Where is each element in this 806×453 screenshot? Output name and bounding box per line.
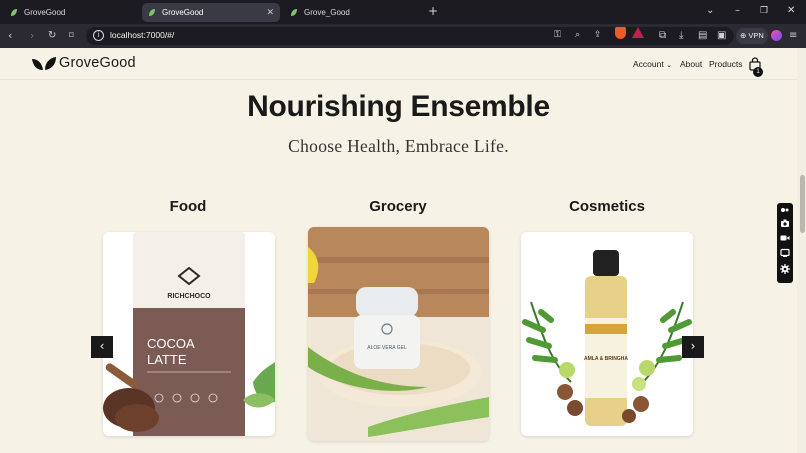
drag-handle-icon[interactable] <box>780 205 790 215</box>
leaf-favicon-icon <box>10 8 18 17</box>
bookmark-icon[interactable]: ⌑ <box>69 29 74 43</box>
tab-title: GroveGood <box>24 8 66 17</box>
page-scrollbar-track[interactable] <box>797 48 806 453</box>
nav-about[interactable]: About <box>680 59 702 69</box>
back-icon[interactable]: ‹ <box>8 29 12 43</box>
browser-tab-3[interactable]: Grove_Good <box>284 3 418 22</box>
leaf-favicon-icon <box>148 8 156 17</box>
site-info-icon[interactable]: i <box>93 30 104 41</box>
browser-tab-1[interactable]: GroveGood <box>4 3 138 22</box>
nav-account[interactable]: Account ⌄ <box>633 59 672 69</box>
new-tab-button[interactable]: + <box>428 4 438 18</box>
wallet-icon[interactable]: ▣ <box>717 29 726 43</box>
sidebar-icon[interactable]: ▤ <box>698 29 707 43</box>
url-text[interactable]: localhost:7000/#/ <box>110 30 174 40</box>
chevron-down-icon: ⌄ <box>666 62 672 69</box>
close-tab-icon[interactable]: ✕ <box>266 7 274 18</box>
site-logo-text[interactable]: GroveGood <box>59 55 136 71</box>
extensions-icon[interactable]: ⧉ <box>659 29 666 43</box>
brave-shields-icon[interactable] <box>615 27 626 39</box>
browser-toolbar: ‹ › ↻ ⌑ i localhost:7000/#/ ⚿ ⌕ ⇪ ⧉ ⤓ ▤ … <box>0 24 806 48</box>
nav-account-label: Account <box>633 59 664 69</box>
downloads-icon[interactable]: ⤓ <box>679 29 683 43</box>
vpn-label: VPN <box>748 31 764 40</box>
chevron-right-icon: › <box>690 339 696 353</box>
chevron-left-icon: ‹ <box>99 339 105 353</box>
category-title-food: Food <box>169 198 207 215</box>
hero-title: Nourishing Ensemble <box>247 90 550 123</box>
amla-oil-bottle-image: AMLA & BRINGHA <box>522 250 692 426</box>
browser-tab-bar: GroveGood GroveGood ✕ Grove_Good + ⌄ – ❐… <box>0 0 806 24</box>
settings-gear-icon[interactable] <box>780 264 790 274</box>
brave-rewards-icon[interactable] <box>632 27 644 38</box>
grocery-jar-label: ALOE VERA GEL <box>367 345 407 351</box>
category-card-cosmetics[interactable]: AMLA & BRINGHA <box>521 232 693 436</box>
key-icon[interactable]: ⚿ <box>554 30 561 40</box>
tab-title: GroveGood <box>162 8 204 17</box>
tab-title: Grove_Good <box>304 8 350 17</box>
page-scrollbar-thumb[interactable] <box>800 175 805 233</box>
leo-ai-icon[interactable] <box>771 30 782 41</box>
aloe-gel-jar-image: ALOE VERA GEL <box>308 227 489 441</box>
leaf-favicon-icon <box>290 8 298 17</box>
vpn-button[interactable]: ⊕ VPN <box>736 28 768 44</box>
cart-count-badge: 1 <box>753 67 763 77</box>
globe-icon: ⊕ <box>740 31 747 40</box>
food-name-line1: COCOA <box>147 336 195 351</box>
carousel-prev-button[interactable]: ‹ <box>91 336 113 358</box>
restore-icon[interactable]: ❐ <box>760 4 768 18</box>
nav-products[interactable]: Products <box>709 59 743 69</box>
carousel-next-button[interactable]: › <box>682 336 704 358</box>
category-card-food[interactable]: RICHCHOCO COCOA LATTE <box>103 232 275 436</box>
tab-list-chevron-icon[interactable]: ⌄ <box>706 4 714 18</box>
food-name-line2: LATTE <box>147 352 187 367</box>
close-window-icon[interactable]: ✕ <box>787 4 795 18</box>
video-icon[interactable] <box>780 233 790 243</box>
leaf-logo-icon[interactable] <box>32 57 56 71</box>
cocoa-latte-pouch-image: RICHCHOCO COCOA LATTE <box>103 232 275 436</box>
camera-icon[interactable] <box>780 218 790 228</box>
hero-subtitle: Choose Health, Embrace Life. <box>288 136 509 156</box>
menu-icon[interactable]: ≡ <box>789 29 797 43</box>
category-title-grocery: Grocery <box>369 198 427 215</box>
category-title-cosmetics: Cosmetics <box>569 198 645 215</box>
site-header: GroveGood Account ⌄ About Products 1 <box>0 48 797 80</box>
food-brand-label: RICHCHOCO <box>167 293 211 300</box>
screen-capture-icon[interactable] <box>780 248 790 258</box>
zoom-icon[interactable]: ⌕ <box>575 30 580 40</box>
share-icon[interactable]: ⇪ <box>594 30 602 40</box>
forward-icon[interactable]: › <box>30 29 34 43</box>
minimize-icon[interactable]: – <box>735 4 740 18</box>
cosmetics-bottle-label: AMLA & BRINGHA <box>584 356 628 362</box>
category-card-grocery[interactable]: ALOE VERA GEL <box>308 227 489 441</box>
reload-icon[interactable]: ↻ <box>48 29 56 43</box>
browser-tab-2[interactable]: GroveGood ✕ <box>142 3 280 22</box>
floating-capture-toolbar <box>777 203 793 283</box>
page-viewport: GroveGood Account ⌄ About Products 1 Nou… <box>0 48 806 453</box>
